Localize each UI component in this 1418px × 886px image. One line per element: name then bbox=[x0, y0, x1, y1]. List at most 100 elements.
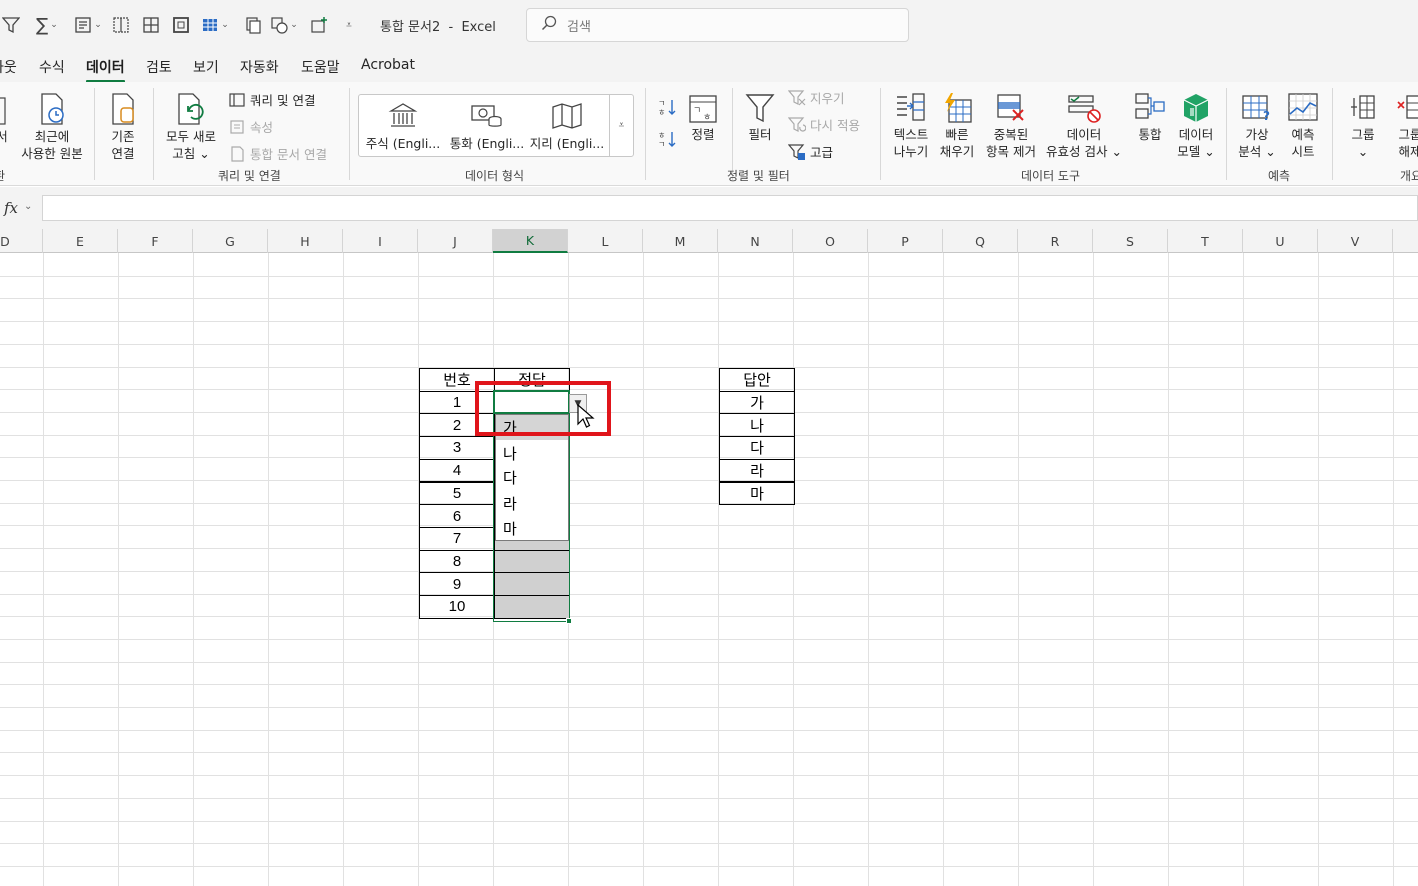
column-header-u[interactable]: U bbox=[1243, 229, 1318, 253]
tab-help[interactable]: 도움말 bbox=[301, 57, 340, 77]
formula-input[interactable] bbox=[42, 195, 1418, 221]
column-header-k[interactable]: K bbox=[493, 229, 568, 253]
number-cell[interactable]: 7 bbox=[419, 526, 495, 551]
existing-connections-button[interactable]: 기존 연결 bbox=[100, 90, 146, 162]
tab-acrobat[interactable]: Acrobat bbox=[361, 57, 415, 73]
data-model-button[interactable]: 데이터 모델 ⌄ bbox=[1172, 88, 1220, 160]
column-header-n[interactable]: N bbox=[718, 229, 793, 253]
column-header-h[interactable]: H bbox=[268, 229, 343, 253]
choice-cell[interactable]: 나 bbox=[719, 413, 795, 438]
number-cell[interactable]: 8 bbox=[419, 549, 495, 574]
column-header-q[interactable]: Q bbox=[943, 229, 1018, 253]
ribbon-tabs: 파웃 수식 데이터 검토 보기 자동화 도움말 Acrobat bbox=[0, 50, 1418, 83]
stocks-datatype-button[interactable]: 주식 (Engli... bbox=[365, 101, 441, 152]
fx-button[interactable]: fx bbox=[4, 199, 18, 217]
filter-button[interactable]: 필터 bbox=[738, 88, 782, 143]
flash-fill-button[interactable]: 빠른 채우기 bbox=[936, 88, 978, 160]
tab-automate[interactable]: 자동화 bbox=[240, 57, 279, 77]
text-to-columns-button[interactable]: 텍스트 나누기 bbox=[886, 88, 936, 160]
existing-connections-icon bbox=[109, 90, 137, 126]
autosum-icon[interactable]: ∑ ⌄ bbox=[30, 12, 64, 38]
worksheet-grid[interactable] bbox=[0, 253, 1418, 886]
column-header-m[interactable]: M bbox=[643, 229, 718, 253]
reapply-button[interactable]: 다시 적용 bbox=[788, 115, 860, 134]
dropdown-option[interactable]: 라 bbox=[496, 491, 568, 516]
fill-handle[interactable] bbox=[566, 618, 572, 624]
refresh-all-label: 모두 새로 고침 ⌄ bbox=[166, 129, 216, 161]
choice-header-cell[interactable]: 답안 bbox=[719, 368, 795, 392]
column-header-e[interactable]: E bbox=[43, 229, 118, 253]
tab-view[interactable]: 보기 bbox=[193, 57, 219, 77]
column-header-t[interactable]: T bbox=[1168, 229, 1243, 253]
clear-filter-button[interactable]: 지우기 bbox=[788, 88, 845, 107]
queries-connections-button[interactable]: 쿼리 및 연결 bbox=[228, 90, 315, 109]
outside-border-icon[interactable] bbox=[170, 12, 192, 38]
sort-button[interactable]: ㄱㅎ 정렬 bbox=[684, 88, 722, 143]
remove-duplicates-button[interactable]: 중복된 항목 제거 bbox=[982, 88, 1040, 160]
number-cell[interactable]: 9 bbox=[419, 572, 495, 596]
choice-cell[interactable]: 가 bbox=[719, 390, 795, 415]
tab-formulas[interactable]: 수식 bbox=[39, 57, 65, 77]
number-cell[interactable]: 10 bbox=[419, 595, 495, 619]
all-borders-icon[interactable] bbox=[140, 12, 162, 38]
data-validation-button[interactable]: 데이터 유효성 검사 ⌄ bbox=[1042, 88, 1126, 160]
separator bbox=[349, 88, 350, 180]
table-format-icon[interactable]: ⌄ bbox=[198, 12, 232, 38]
column-header-s[interactable]: S bbox=[1093, 229, 1168, 253]
what-if-analysis-button[interactable]: ? 가상 분석 ⌄ bbox=[1232, 88, 1282, 160]
edit-links-button[interactable]: 통합 문서 연결 bbox=[228, 144, 327, 163]
filter-icon[interactable] bbox=[0, 12, 22, 38]
form-icon[interactable]: ⌄ bbox=[70, 12, 106, 38]
column-header-l[interactable]: L bbox=[568, 229, 643, 253]
choice-cell[interactable]: 라 bbox=[719, 458, 795, 483]
reapply-label: 다시 적용 bbox=[810, 118, 860, 133]
number-cell[interactable]: 6 bbox=[419, 504, 495, 528]
refresh-all-button[interactable]: 모두 새로 고침 ⌄ bbox=[160, 90, 222, 162]
forecast-sheet-button[interactable]: 예측 시트 bbox=[1282, 88, 1324, 160]
chevron-down-icon[interactable]: ⌄ bbox=[24, 201, 32, 212]
sort-descending-button[interactable]: ㅎㄱ bbox=[656, 128, 682, 150]
tab-data[interactable]: 데이터 bbox=[86, 57, 125, 83]
search-box[interactable]: 검색 bbox=[526, 8, 909, 42]
currency-datatype-button[interactable]: 통화 (Engli... bbox=[449, 101, 525, 152]
svg-text:ㄱ: ㄱ bbox=[658, 140, 665, 149]
group-button[interactable]: 그룹 ⌄ bbox=[1340, 88, 1386, 160]
number-cell[interactable]: 5 bbox=[419, 481, 495, 506]
column-header-o[interactable]: O bbox=[793, 229, 868, 253]
borders-icon[interactable] bbox=[110, 12, 132, 38]
column-header-f[interactable]: F bbox=[118, 229, 193, 253]
column-header-p[interactable]: P bbox=[868, 229, 943, 253]
shapes-icon[interactable]: ⌄ bbox=[266, 12, 302, 38]
tab-review[interactable]: 검토 bbox=[146, 57, 172, 77]
ungroup-button[interactable]: 그룹 해제 bbox=[1390, 88, 1418, 160]
number-cell[interactable]: 4 bbox=[419, 458, 495, 483]
column-header-r[interactable]: R bbox=[1018, 229, 1093, 253]
consolidate-button[interactable]: 통합 bbox=[1130, 88, 1170, 143]
insert-sheet-icon[interactable] bbox=[308, 12, 330, 38]
sort-ascending-button[interactable]: ㄱㅎ bbox=[656, 96, 682, 118]
advanced-filter-button[interactable]: 고급 bbox=[788, 142, 833, 161]
get-data-button[interactable]: 서 bbox=[0, 90, 12, 145]
number-cell[interactable]: 3 bbox=[419, 436, 495, 460]
customize-quick-access-icon[interactable]: ⩡ bbox=[340, 12, 358, 38]
recent-sources-button[interactable]: 최근에 사용한 원본 bbox=[16, 90, 88, 162]
column-header-g[interactable]: G bbox=[193, 229, 268, 253]
dropdown-option[interactable]: 다 bbox=[496, 465, 568, 490]
column-header-j[interactable]: J bbox=[418, 229, 493, 253]
properties-button[interactable]: 속성 bbox=[228, 117, 273, 136]
search-icon bbox=[541, 15, 557, 35]
queries-icon bbox=[228, 91, 246, 109]
tab-layout[interactable]: 파웃 bbox=[0, 57, 17, 77]
copy-icon[interactable] bbox=[242, 12, 264, 38]
gallery-more-button[interactable]: ⩡ bbox=[609, 95, 633, 156]
dropdown-option[interactable]: 나 bbox=[496, 441, 568, 466]
column-header-i[interactable]: I bbox=[343, 229, 418, 253]
column-header-d[interactable]: D bbox=[0, 229, 43, 253]
filter-label: 필터 bbox=[748, 127, 772, 142]
choice-cell[interactable]: 다 bbox=[719, 436, 795, 460]
geography-datatype-button[interactable]: 지리 (Engli... bbox=[529, 101, 605, 152]
dropdown-option[interactable]: 마 bbox=[496, 516, 568, 541]
separator bbox=[94, 88, 95, 180]
column-header-v[interactable]: V bbox=[1318, 229, 1393, 253]
choice-cell[interactable]: 마 bbox=[719, 481, 795, 506]
